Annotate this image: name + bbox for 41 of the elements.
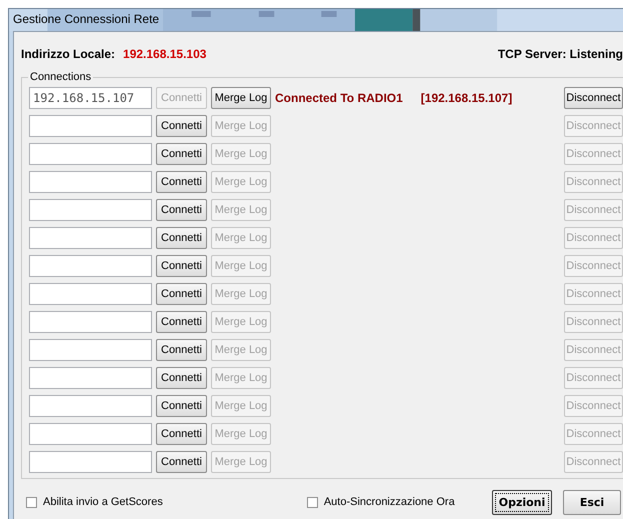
address-field[interactable]	[29, 143, 152, 165]
merge-log-button[interactable]: Merge Log	[211, 87, 271, 109]
connect-button[interactable]: Connetti	[156, 143, 207, 165]
connect-button[interactable]: Connetti	[156, 395, 207, 417]
connect-button[interactable]: Connetti	[156, 199, 207, 221]
connect-button[interactable]: Connetti	[156, 423, 207, 445]
connect-button[interactable]: Connetti	[156, 311, 207, 333]
connect-button[interactable]: Connetti	[156, 255, 207, 277]
address-field[interactable]	[29, 311, 152, 333]
checkbox[interactable]	[26, 496, 37, 508]
address-field[interactable]	[29, 283, 152, 305]
connect-button[interactable]: Connetti	[156, 115, 207, 137]
address-field[interactable]	[29, 451, 152, 473]
server-status: TCP Server: Listening	[498, 47, 623, 61]
local-address-label: Indirizzo Locale:	[21, 47, 116, 61]
connect-button[interactable]: Connetti	[156, 227, 207, 249]
connect-button[interactable]: Connetti	[156, 367, 207, 389]
address-field[interactable]	[29, 171, 152, 193]
address-field[interactable]	[29, 395, 152, 417]
address-field[interactable]	[29, 423, 152, 445]
address-field[interactable]	[29, 227, 152, 249]
connection-status: Connected To RADIO1	[275, 91, 403, 105]
address-field[interactable]	[29, 115, 152, 137]
connection-address: [192.168.15.107]	[420, 91, 512, 105]
checkbox-label: Abilita invio a GetScores	[43, 496, 163, 508]
address-field[interactable]	[29, 367, 152, 389]
address-field[interactable]	[29, 255, 152, 277]
address-field[interactable]	[29, 339, 152, 361]
address-field[interactable]	[29, 199, 152, 221]
options-button[interactable]: Opzioni	[492, 490, 552, 514]
checkbox-label: Auto-Sincronizzazione Ora	[324, 496, 455, 508]
local-address-value: 192.168.15.103	[123, 47, 206, 61]
window-title: Gestione Connessioni Rete	[13, 12, 160, 26]
address-field[interactable]: 192.168.15.107	[29, 87, 152, 109]
exit-button[interactable]: Esci	[563, 490, 621, 514]
connect-button[interactable]: Connetti	[156, 171, 207, 193]
connect-button[interactable]: Connetti	[156, 283, 207, 305]
disconnect-button[interactable]: Disconnect	[564, 87, 623, 109]
connect-button[interactable]: Connetti	[156, 451, 207, 473]
connect-button[interactable]: Connetti	[156, 339, 207, 361]
checkbox[interactable]	[306, 496, 318, 508]
